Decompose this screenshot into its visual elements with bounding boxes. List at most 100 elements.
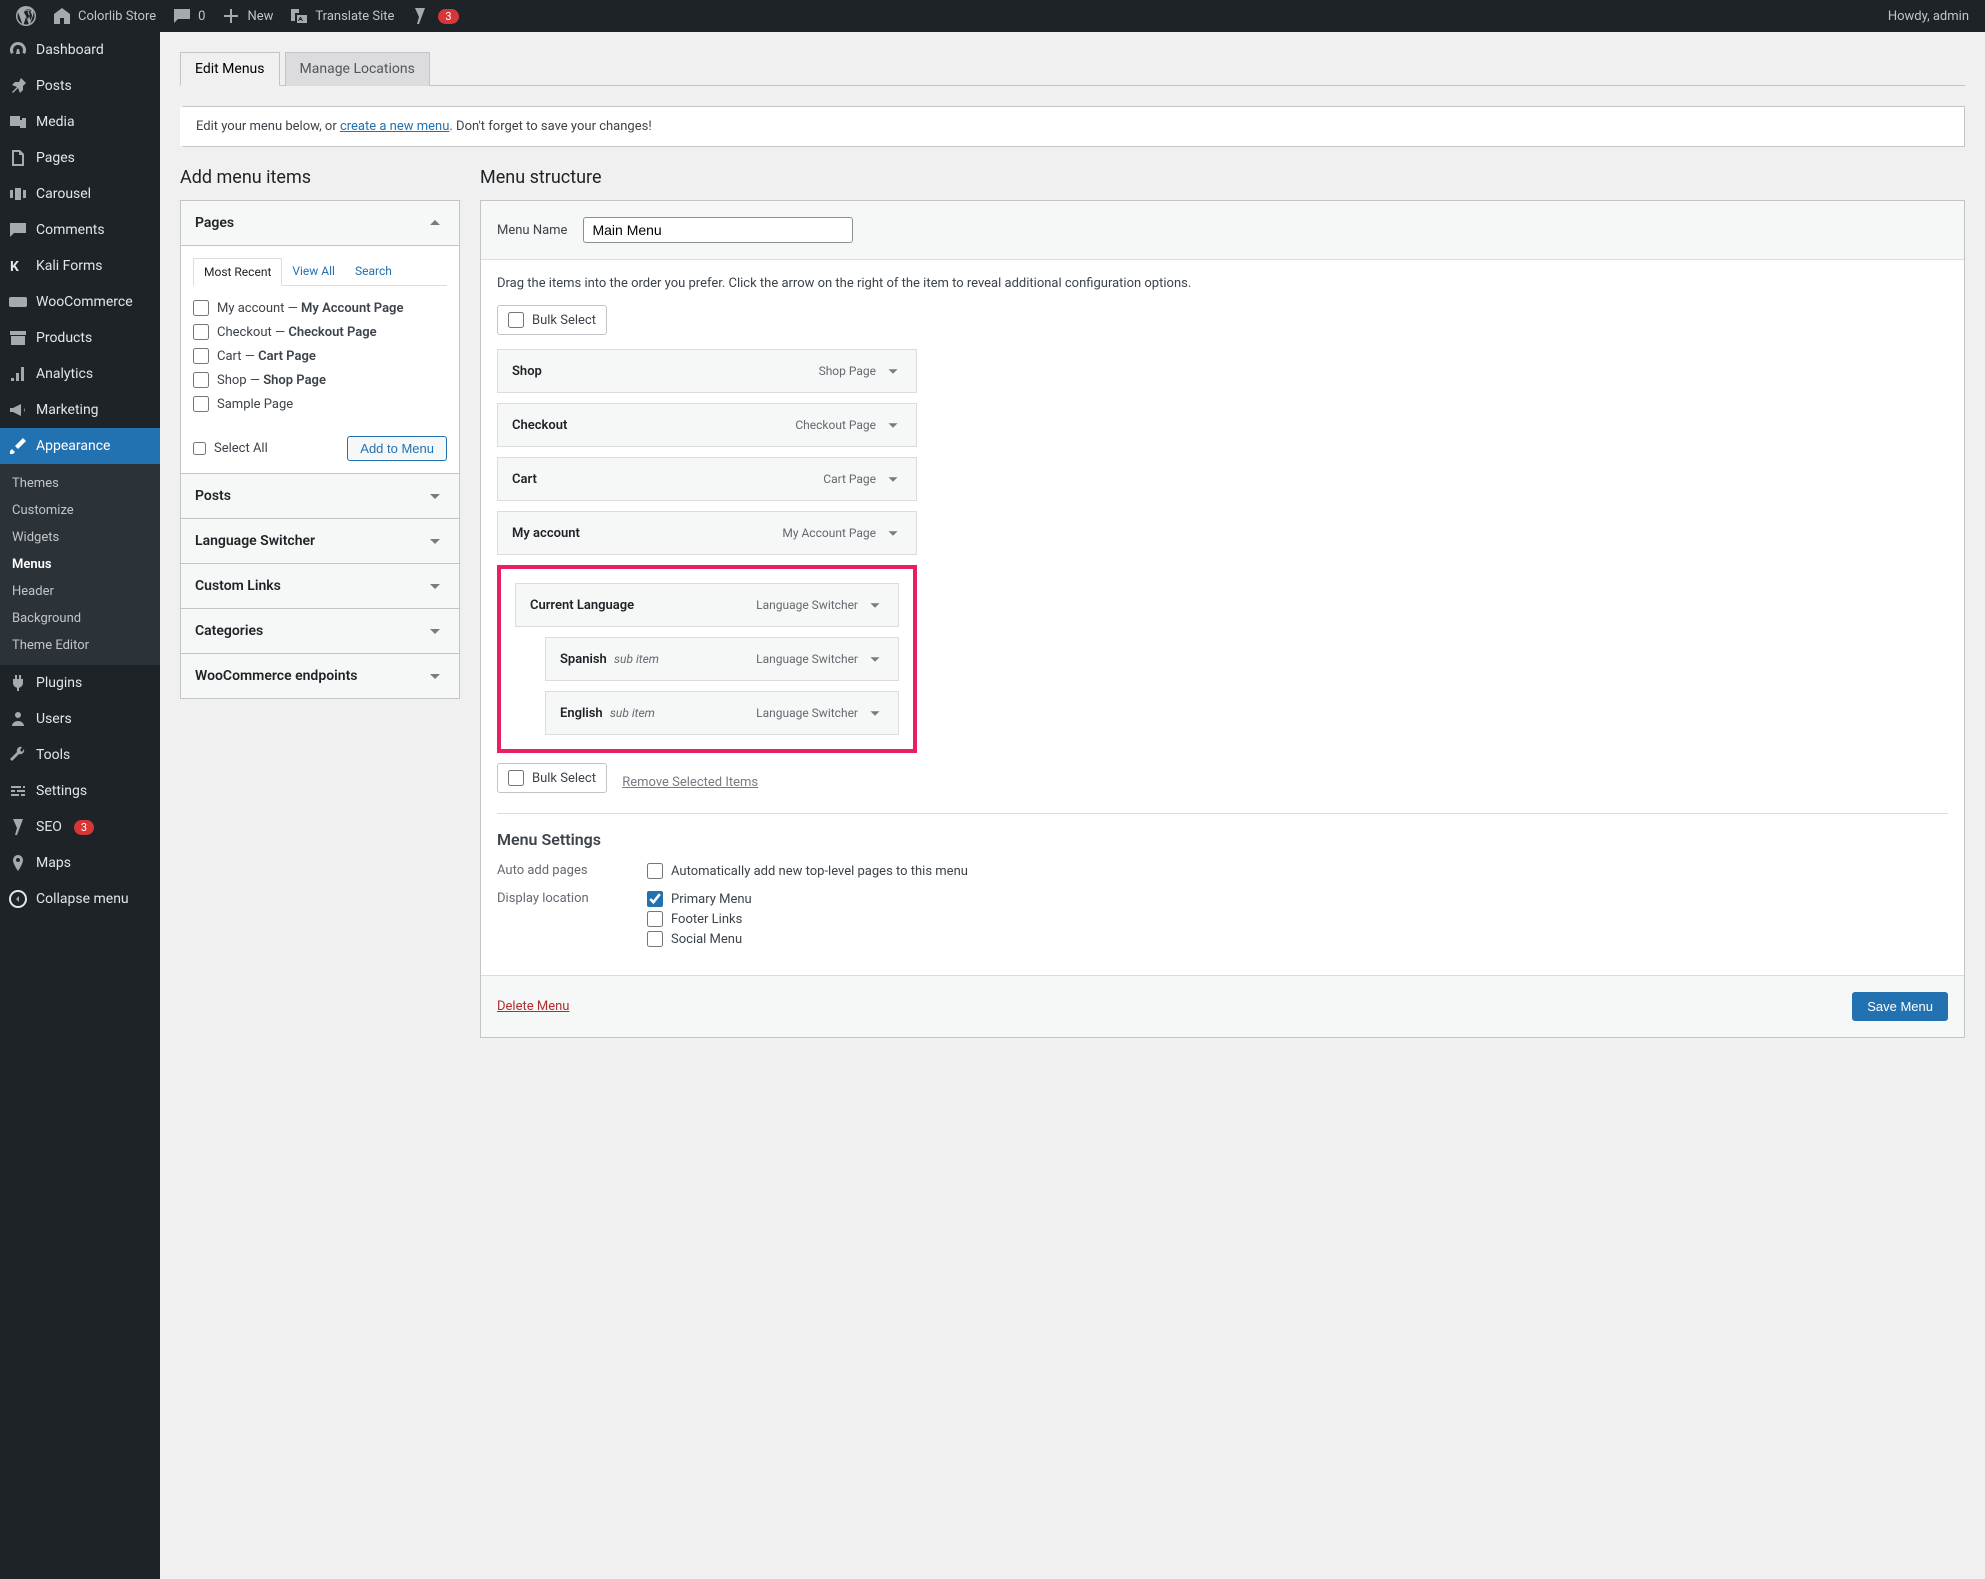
menu-collapse[interactable]: Collapse menu: [0, 881, 160, 917]
caret-down-icon[interactable]: [884, 416, 902, 434]
page-checkbox[interactable]: [193, 348, 209, 364]
menu-item-current-language[interactable]: Current Language Language Switcher: [515, 583, 899, 627]
page-checkbox[interactable]: [193, 324, 209, 340]
pages-tabs: Most Recent View All Search: [193, 258, 447, 286]
section-pages-header[interactable]: Pages: [181, 201, 459, 245]
nav-tabs: Edit Menus Manage Locations: [180, 52, 1965, 86]
submenu-header[interactable]: Header: [0, 578, 160, 605]
menu-tools[interactable]: Tools: [0, 737, 160, 773]
pages-list: My account — My Account Page Checkout — …: [193, 296, 447, 416]
page-checkbox[interactable]: [193, 396, 209, 412]
wordpress-icon: [16, 6, 36, 26]
user-greeting[interactable]: Howdy, admin: [1880, 9, 1977, 24]
yoast-badge: 3: [438, 9, 458, 24]
menu-item-account[interactable]: My account My Account Page: [497, 511, 917, 555]
caret-down-icon[interactable]: [884, 470, 902, 488]
location-primary[interactable]: Primary Menu: [647, 891, 752, 907]
menu-appearance[interactable]: Appearance: [0, 428, 160, 464]
menu-users[interactable]: Users: [0, 701, 160, 737]
caret-down-icon[interactable]: [866, 596, 884, 614]
menu-maps[interactable]: Maps: [0, 845, 160, 881]
submenu-themes[interactable]: Themes: [0, 470, 160, 497]
save-menu-button[interactable]: Save Menu: [1852, 992, 1948, 1021]
menu-item-english[interactable]: English sub item Language Switcher: [545, 691, 899, 735]
caret-down-icon[interactable]: [866, 704, 884, 722]
archive-icon: [8, 328, 28, 348]
remove-selected-link[interactable]: Remove Selected Items: [622, 775, 758, 790]
menu-settings[interactable]: Settings: [0, 773, 160, 809]
menu-item-shop[interactable]: Shop Shop Page: [497, 349, 917, 393]
section-language-header[interactable]: Language Switcher: [181, 519, 459, 563]
menu-products[interactable]: Products: [0, 320, 160, 356]
section-custom-links-header[interactable]: Custom Links: [181, 564, 459, 608]
translate-link[interactable]: Translate Site: [281, 6, 402, 26]
comment-icon: [8, 220, 28, 240]
bulk-checkbox[interactable]: [508, 312, 524, 328]
menu-comments[interactable]: Comments: [0, 212, 160, 248]
menu-item-spanish[interactable]: Spanish sub item Language Switcher: [545, 637, 899, 681]
megaphone-icon: [8, 400, 28, 420]
menu-dashboard[interactable]: Dashboard: [0, 32, 160, 68]
menu-name-input[interactable]: [583, 217, 853, 243]
new-link[interactable]: New: [213, 6, 281, 26]
menu-pages[interactable]: Pages: [0, 140, 160, 176]
create-menu-link[interactable]: create a new menu: [340, 119, 449, 134]
menu-woocommerce[interactable]: WooCommerce: [0, 284, 160, 320]
yoast-link[interactable]: 3: [402, 6, 466, 26]
select-all-checkbox[interactable]: [193, 442, 206, 455]
bulk-checkbox[interactable]: [508, 770, 524, 786]
caret-down-icon[interactable]: [884, 524, 902, 542]
submenu-customize[interactable]: Customize: [0, 497, 160, 524]
menu-item-cart[interactable]: Cart Cart Page: [497, 457, 917, 501]
auto-add-option[interactable]: Automatically add new top-level pages to…: [647, 863, 968, 879]
tab-search[interactable]: Search: [345, 258, 402, 285]
submenu-theme-editor[interactable]: Theme Editor: [0, 632, 160, 659]
section-woo-endpoints: WooCommerce endpoints: [180, 654, 460, 699]
page-checkbox[interactable]: [193, 300, 209, 316]
location-checkbox[interactable]: [647, 911, 663, 927]
location-checkbox[interactable]: [647, 891, 663, 907]
section-language: Language Switcher: [180, 519, 460, 564]
caret-down-icon[interactable]: [866, 650, 884, 668]
site-name-link[interactable]: Colorlib Store: [44, 6, 164, 26]
collapse-icon: [8, 889, 28, 909]
page-checkbox[interactable]: [193, 372, 209, 388]
menu-seo[interactable]: SEO3: [0, 809, 160, 845]
caret-down-icon[interactable]: [884, 362, 902, 380]
menu-item-checkout[interactable]: Checkout Checkout Page: [497, 403, 917, 447]
menu-media[interactable]: Media: [0, 104, 160, 140]
submenu-background[interactable]: Background: [0, 605, 160, 632]
menu-analytics[interactable]: Analytics: [0, 356, 160, 392]
location-checkbox[interactable]: [647, 931, 663, 947]
bulk-select-top[interactable]: Bulk Select: [497, 305, 607, 335]
menu-carousel[interactable]: Carousel: [0, 176, 160, 212]
submenu-widgets[interactable]: Widgets: [0, 524, 160, 551]
comments-link[interactable]: 0: [164, 6, 213, 26]
highlight-box: Current Language Language Switcher Spani…: [497, 565, 917, 753]
location-footer[interactable]: Footer Links: [647, 911, 752, 927]
section-posts-header[interactable]: Posts: [181, 474, 459, 518]
section-categories-header[interactable]: Categories: [181, 609, 459, 653]
add-to-menu-button[interactable]: Add to Menu: [347, 436, 447, 461]
content: Edit Menus Manage Locations Edit your me…: [160, 32, 1985, 1579]
caret-down-icon: [425, 531, 445, 551]
tab-manage-locations[interactable]: Manage Locations: [285, 52, 430, 86]
section-woo-endpoints-header[interactable]: WooCommerce endpoints: [181, 654, 459, 698]
menu-marketing[interactable]: Marketing: [0, 392, 160, 428]
instructions: Drag the items into the order you prefer…: [497, 276, 1948, 291]
submenu-menus[interactable]: Menus: [0, 551, 160, 578]
menu-kali[interactable]: KKali Forms: [0, 248, 160, 284]
wp-logo[interactable]: [8, 6, 44, 26]
delete-menu-link[interactable]: Delete Menu: [497, 999, 569, 1014]
chart-icon: [8, 364, 28, 384]
auto-add-checkbox[interactable]: [647, 863, 663, 879]
location-social[interactable]: Social Menu: [647, 931, 752, 947]
bulk-select-bottom[interactable]: Bulk Select: [497, 763, 607, 793]
tab-view-all[interactable]: View All: [282, 258, 345, 285]
tab-most-recent[interactable]: Most Recent: [193, 258, 282, 286]
media-icon: [8, 112, 28, 132]
menu-plugins[interactable]: Plugins: [0, 665, 160, 701]
menu-posts[interactable]: Posts: [0, 68, 160, 104]
tab-edit-menus[interactable]: Edit Menus: [180, 52, 280, 86]
select-all[interactable]: Select All: [193, 441, 268, 456]
